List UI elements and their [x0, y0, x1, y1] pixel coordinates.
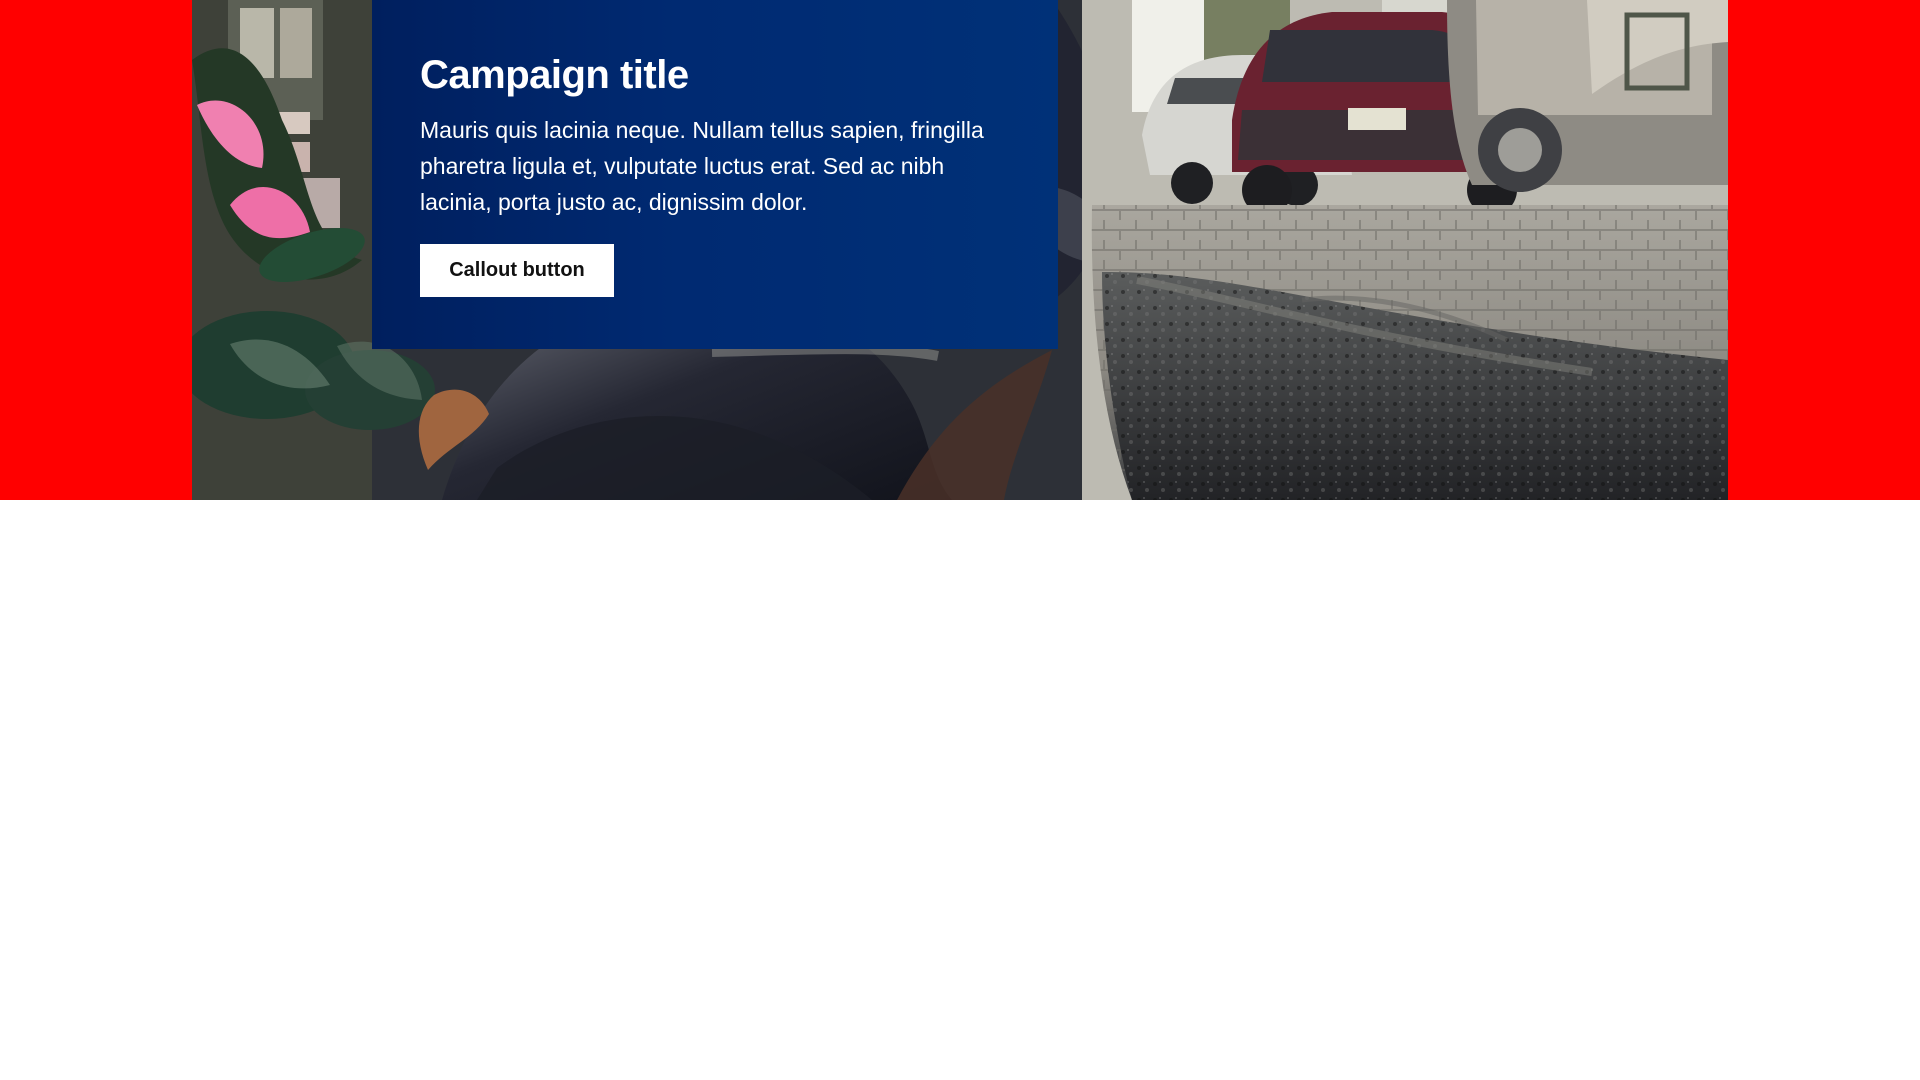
campaign-card: Campaign title Mauris quis lacinia neque… — [372, 0, 1058, 349]
callout-button[interactable]: Callout button — [420, 244, 614, 297]
hero-background-frame: Campaign title Mauris quis lacinia neque… — [0, 0, 1920, 500]
campaign-description: Mauris quis lacinia neque. Nullam tellus… — [420, 117, 984, 215]
campaign-title: Campaign title — [420, 53, 689, 97]
